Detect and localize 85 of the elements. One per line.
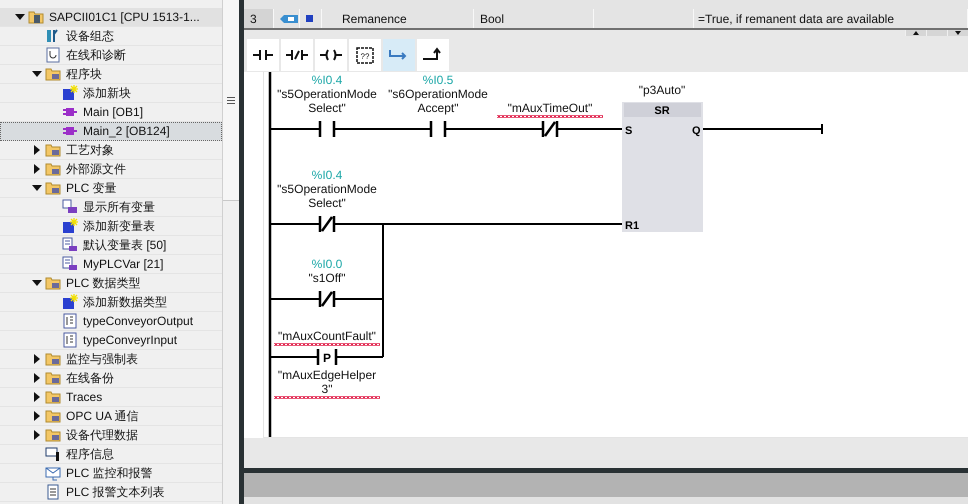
coil-tool-button[interactable] — [315, 39, 347, 71]
tag-label: "mAuxTimeOut" — [497, 101, 603, 118]
close-branch-tool-button[interactable] — [417, 39, 449, 71]
grip-icon — [227, 96, 235, 104]
open-branch-tool-button[interactable] — [383, 39, 415, 71]
tag-label: "s5OperationModeSelect" — [276, 87, 378, 117]
add-icon — [62, 218, 78, 234]
tree-item[interactable]: 在线备份 — [0, 369, 222, 388]
folder-icon — [45, 370, 61, 386]
tree-item[interactable]: 监控与强制表 — [0, 350, 222, 369]
tree-item[interactable]: Traces — [0, 388, 222, 407]
tags-icon — [62, 199, 78, 215]
tree-item[interactable]: 工艺对象 — [0, 141, 222, 160]
table-cell: =True, if remanent data are available — [694, 9, 968, 28]
folder-icon — [45, 161, 61, 177]
tree-item[interactable]: PLC 监控和报警 — [0, 464, 222, 483]
info-icon — [45, 446, 61, 462]
scrollbar[interactable] — [222, 0, 239, 504]
tree-item[interactable]: 设备组态 — [0, 27, 222, 46]
add-icon — [62, 85, 78, 101]
up-arrow-icon — [913, 31, 919, 35]
table-cell: Remanence — [322, 9, 474, 28]
tree-item[interactable]: MyPLCVar [21] — [0, 255, 222, 274]
address-label: %I0.4 — [312, 73, 342, 87]
datatype-icon — [62, 313, 78, 329]
folder-icon — [45, 66, 61, 82]
scroll-down-button[interactable] — [947, 30, 968, 36]
tagtable-icon — [62, 256, 78, 272]
tree-item[interactable]: 在线和诊断 — [0, 46, 222, 65]
folder-icon — [45, 142, 61, 158]
normally-closed-contact — [542, 120, 558, 138]
tree-item[interactable]: 添加新变量表 — [0, 217, 222, 236]
tree-item[interactable]: OPC UA 通信 — [0, 407, 222, 426]
square-icon — [306, 15, 313, 22]
tree-item[interactable]: 设备代理数据 — [0, 426, 222, 445]
tag-label: "s5OperationModeSelect" — [276, 182, 378, 212]
textlist-icon — [45, 484, 61, 500]
tree-item[interactable]: 程序信息 — [0, 445, 222, 464]
address-label: %I0.5 — [422, 73, 454, 87]
tag-label: "s1Off" — [308, 271, 346, 287]
tree-item[interactable]: 显示所有变量 — [0, 198, 222, 217]
tree-item[interactable]: typeConveyorOutput — [0, 312, 222, 331]
folder-icon — [45, 180, 61, 196]
tagtable-icon — [62, 237, 78, 253]
positive-edge-contact: P — [316, 348, 338, 366]
add-icon — [62, 294, 78, 310]
tree-item[interactable]: typeConveyrInput — [0, 331, 222, 350]
empty-box-tool-button[interactable]: ?? — [349, 39, 381, 71]
normally-open-contact — [430, 120, 446, 138]
normally-open-contact — [318, 120, 336, 138]
address-label: %I0.4 — [312, 168, 342, 182]
tag-label: "mAuxEdgeHelper3" — [274, 368, 380, 399]
tree-item[interactable]: 程序块 — [0, 65, 222, 84]
folder-icon — [45, 427, 61, 443]
tree-item[interactable]: 外部源文件 — [0, 160, 222, 179]
folder-icon — [45, 275, 61, 291]
table-cell: Bool — [474, 9, 594, 28]
folder-icon — [45, 351, 61, 367]
tree-item[interactable]: 添加新数据类型 — [0, 293, 222, 312]
scroll-up-button[interactable] — [905, 30, 926, 36]
tree-item[interactable]: Main_2 [OB124] — [0, 122, 222, 141]
tree-item[interactable]: PLC 报警文本列表 — [0, 483, 222, 502]
tree-item[interactable]: SAPCII01C1 [CPU 1513-1... — [0, 8, 222, 27]
nc-contact-tool-button[interactable] — [281, 39, 313, 71]
sr-box: SR S R1 Q — [622, 102, 703, 232]
folder-icon — [45, 408, 61, 424]
datatype-icon — [62, 332, 78, 348]
down-arrow-icon — [955, 31, 961, 35]
tree-item[interactable]: PLC 数据类型 — [0, 274, 222, 293]
alarm-icon — [45, 465, 61, 481]
tag-label: "mAuxCountFault" — [274, 329, 380, 346]
tag-label: "p3Auto" — [638, 83, 686, 99]
tree-item[interactable]: 默认变量表 [50] — [0, 236, 222, 255]
normally-closed-contact — [318, 290, 336, 308]
folder-icon — [45, 389, 61, 405]
address-label: %I0.0 — [312, 257, 342, 271]
device-icon — [28, 9, 44, 25]
diag-icon — [45, 47, 61, 63]
scroll-thumb[interactable] — [223, 0, 239, 201]
tag-label: "s6OperationModeAccept" — [387, 87, 489, 117]
normally-closed-contact — [318, 214, 336, 234]
tree-item[interactable]: 添加新块 — [0, 84, 222, 103]
row-number: 3 — [244, 9, 274, 28]
tree-item[interactable]: PLC 变量 — [0, 179, 222, 198]
no-contact-tool-button[interactable] — [247, 39, 279, 71]
